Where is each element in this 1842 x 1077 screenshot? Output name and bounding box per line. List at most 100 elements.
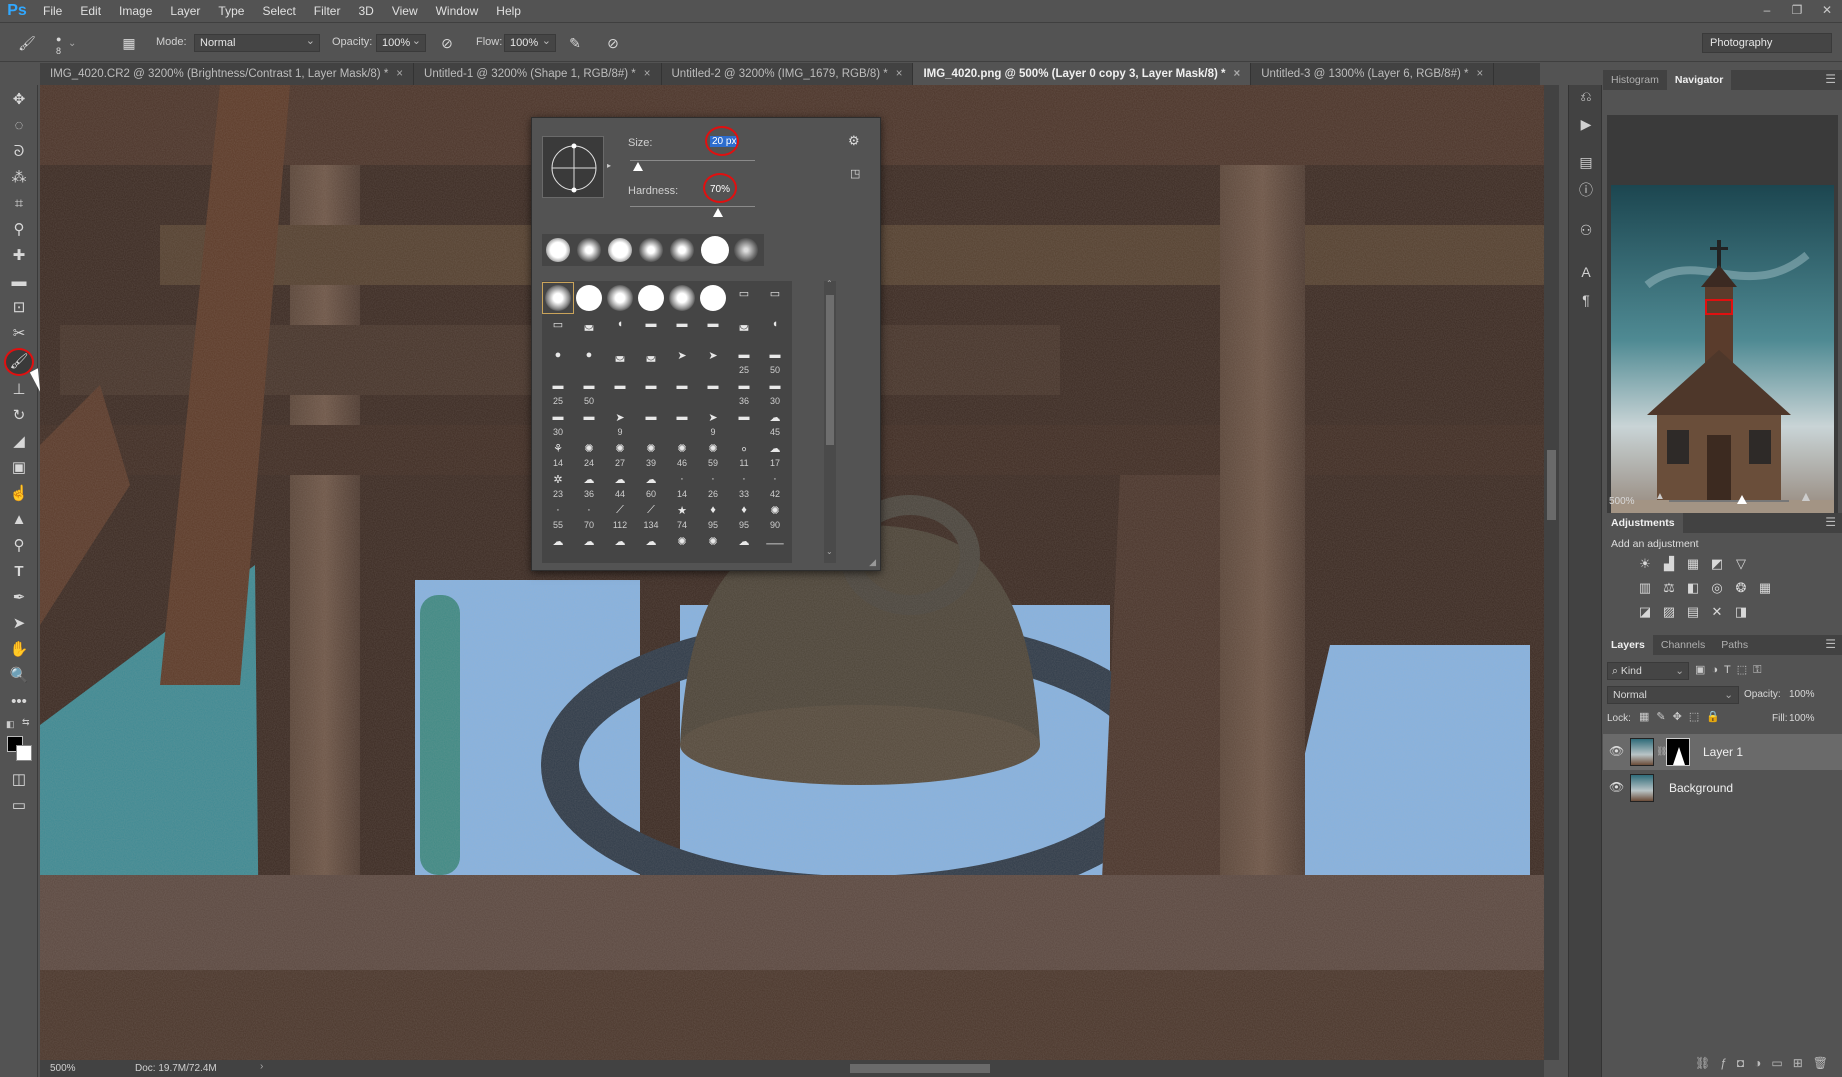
- smudge-tool-icon[interactable]: ☝: [6, 482, 32, 506]
- presets-scrollbar[interactable]: ⌃ ⌄: [824, 279, 836, 563]
- resize-grip-icon[interactable]: ◢: [869, 557, 876, 568]
- menu-filter[interactable]: Filter: [305, 0, 350, 22]
- healing-brush-tool-icon[interactable]: ✚: [6, 244, 32, 268]
- brush-preset[interactable]: ☁ 36: [574, 469, 604, 499]
- brush-preset[interactable]: ▬: [574, 407, 604, 437]
- close-tab-icon[interactable]: ×: [896, 68, 903, 80]
- zoom-in-icon[interactable]: ▲: [1799, 488, 1813, 504]
- brush-preset[interactable]: ✺ 59: [698, 438, 728, 468]
- brush-preset[interactable]: ✺: [667, 531, 697, 561]
- pressure-size-icon[interactable]: ⊘: [602, 32, 624, 54]
- zoom-tool-icon[interactable]: 🔍: [6, 664, 32, 688]
- posterize-icon[interactable]: ▨: [1659, 604, 1679, 624]
- brightness-contrast-icon[interactable]: ☀: [1635, 556, 1655, 576]
- brush-preset[interactable]: ▬: [667, 376, 697, 406]
- size-slider-thumb[interactable]: [632, 162, 643, 171]
- clone-stamp-tool-icon[interactable]: ⊥: [6, 378, 32, 402]
- marquee-tool-icon[interactable]: ◌: [6, 114, 32, 138]
- sharpen-tool-icon[interactable]: ▲: [6, 508, 32, 532]
- brush-preset[interactable]: · 42: [760, 469, 790, 499]
- history-brush-tool-icon[interactable]: ↻: [6, 404, 32, 428]
- brush-preset[interactable]: ⚘ 14: [543, 438, 573, 468]
- black-white-icon[interactable]: ◧: [1683, 580, 1703, 600]
- brush-preset[interactable]: [667, 283, 697, 313]
- brush-tool-preset-icon[interactable]: 🖌: [16, 32, 38, 54]
- layers-opacity-value[interactable]: 100%: [1789, 689, 1815, 700]
- brush-preset[interactable]: ▬: [698, 314, 728, 344]
- eraser-tool-icon[interactable]: ◢: [6, 430, 32, 454]
- brush-preset[interactable]: ◛: [636, 345, 666, 375]
- brush-preset[interactable]: [636, 283, 666, 313]
- tab-paths[interactable]: Paths: [1713, 635, 1756, 655]
- panel-menu-icon[interactable]: ☰: [1825, 637, 1836, 651]
- brush-preset[interactable]: ✺: [698, 531, 728, 561]
- recent-brush[interactable]: [546, 238, 570, 262]
- type-tool-icon[interactable]: T: [6, 560, 32, 584]
- brush-preset[interactable]: ▬: [636, 407, 666, 437]
- layer-filter-icons[interactable]: ▣◑T⬚⚿: [1695, 663, 1835, 679]
- panel-menu-icon[interactable]: ☰: [1825, 515, 1836, 529]
- navigator-zoom-field[interactable]: 500%: [1609, 496, 1635, 507]
- brush-preset[interactable]: ▬ 30: [543, 407, 573, 437]
- flow-dropdown[interactable]: 100%: [504, 34, 556, 52]
- actions-play-icon[interactable]: ▶: [1575, 113, 1597, 135]
- workspace-dropdown[interactable]: Photography: [1702, 33, 1832, 53]
- info-icon[interactable]: ⓘ: [1575, 179, 1597, 201]
- brush-preset-picker-button[interactable]: ● 8 ⌄: [44, 32, 80, 56]
- brush-preset[interactable]: ✺ 24: [574, 438, 604, 468]
- brush-preset[interactable]: ☁ 17: [760, 438, 790, 468]
- blend-mode-dropdown[interactable]: Normal ⌄: [1607, 686, 1739, 704]
- brush-preset[interactable]: [542, 282, 574, 314]
- menu-3d[interactable]: 3D: [349, 0, 382, 22]
- menu-view[interactable]: View: [383, 0, 427, 22]
- brush-preset[interactable]: ◖: [760, 314, 790, 344]
- visibility-eye-icon[interactable]: 👁: [1609, 744, 1624, 758]
- layer-name[interactable]: Background: [1669, 781, 1733, 795]
- close-window-button[interactable]: ✕: [1812, 0, 1842, 22]
- brush-preset[interactable]: ▭: [729, 283, 759, 313]
- new-preset-icon[interactable]: ◳: [850, 167, 860, 180]
- brush-preset[interactable]: ▬ 25: [729, 345, 759, 375]
- tab-untitled-3[interactable]: Untitled-3 @ 1300% (Layer 6, RGB/8#) * ×: [1251, 63, 1495, 85]
- brush-preset[interactable]: ▬ 50: [574, 376, 604, 406]
- tab-adjustments[interactable]: Adjustments: [1603, 513, 1683, 533]
- brush-preset[interactable]: ▬: [605, 376, 635, 406]
- move-tool-icon[interactable]: ✥: [6, 88, 32, 112]
- screen-mode-icon[interactable]: ▭: [6, 794, 32, 818]
- brush-preset[interactable]: ▬: [698, 376, 728, 406]
- brush-preset[interactable]: ☁ 45: [760, 407, 790, 437]
- brush-preset[interactable]: ☁: [605, 531, 635, 561]
- brush-preset[interactable]: ➤: [698, 345, 728, 375]
- curves-icon[interactable]: ▦: [1683, 556, 1703, 576]
- brush-preset[interactable]: ◛: [605, 345, 635, 375]
- history-icon[interactable]: ⎌: [1575, 85, 1597, 107]
- color-balance-icon[interactable]: ⚖: [1659, 580, 1679, 600]
- recent-brush[interactable]: [639, 238, 663, 262]
- tab-untitled-2[interactable]: Untitled-2 @ 3200% (IMG_1679, RGB/8) * ×: [661, 63, 914, 85]
- tab-img-4020-png[interactable]: IMG_4020.png @ 500% (Layer 0 copy 3, Lay…: [913, 63, 1252, 85]
- hand-tool-icon[interactable]: ✋: [6, 638, 32, 662]
- menu-type[interactable]: Type: [209, 0, 253, 22]
- brush-preset[interactable]: ▭: [543, 314, 573, 344]
- vertical-scrollbar-thumb[interactable]: [1547, 450, 1556, 520]
- exposure-icon[interactable]: ◩: [1707, 556, 1727, 576]
- more-tools-icon[interactable]: •••: [6, 690, 32, 714]
- navigator-preview[interactable]: [1607, 115, 1838, 530]
- brush-preset[interactable]: ⟋ 112: [605, 500, 635, 530]
- brush-preset[interactable]: ♦ 95: [729, 500, 759, 530]
- magic-wand-tool-icon[interactable]: ⁂: [6, 166, 32, 190]
- recent-brush[interactable]: [701, 236, 729, 264]
- gradient-tool-icon[interactable]: ▣: [6, 456, 32, 480]
- fill-value[interactable]: 100%: [1789, 713, 1815, 724]
- path-selection-tool-icon[interactable]: ➤: [6, 612, 32, 636]
- scroll-down-icon[interactable]: ⌄: [826, 547, 833, 556]
- levels-icon[interactable]: ▟: [1659, 556, 1679, 576]
- restore-button[interactable]: ❐: [1782, 0, 1812, 22]
- brush-preset[interactable]: ☁ 44: [605, 469, 635, 499]
- lasso-tool-icon[interactable]: ᘐ: [6, 140, 32, 164]
- zoom-out-icon[interactable]: ▲: [1655, 491, 1665, 502]
- menu-file[interactable]: File: [34, 0, 71, 22]
- status-arrow-icon[interactable]: ›: [260, 1061, 263, 1072]
- pen-tool-icon[interactable]: ✒: [6, 586, 32, 610]
- background-color-swatch[interactable]: [16, 745, 32, 761]
